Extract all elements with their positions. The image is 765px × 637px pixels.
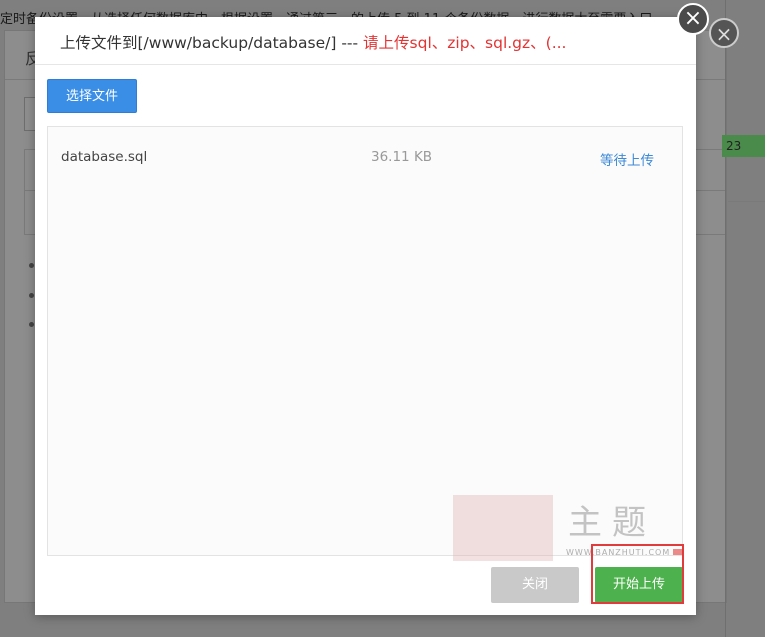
upload-dialog-title: 上传文件到[/www/backup/database/] --- 请上传sql、… <box>60 31 566 53</box>
background-badge-text: 23 <box>726 139 742 153</box>
upload-dialog-header: 上传文件到[/www/backup/database/] --- 请上传sql、… <box>35 17 696 65</box>
file-size: 36.11 KB <box>371 149 433 165</box>
close-button[interactable]: 关闭 <box>491 567 579 603</box>
background-divider <box>725 0 726 637</box>
select-files-button[interactable]: 选择文件 <box>47 79 137 113</box>
screen: 定时备份设置，从选择任何数据库中，根据设置，通过第三，的上传 5 到 11 个备… <box>0 0 765 637</box>
background-close-glyph: × <box>715 22 733 46</box>
upload-path-label: 上传文件到[/www/backup/database/] --- <box>60 34 364 52</box>
start-upload-button[interactable]: 开始上传 <box>595 567 683 603</box>
background-bullet <box>29 293 34 298</box>
background-close-icon[interactable]: × <box>709 18 739 48</box>
file-upload-status: 等待上传 <box>600 153 654 169</box>
close-glyph: × <box>683 6 703 31</box>
upload-file-list: database.sql 36.11 KB 等待上传 <box>47 126 683 556</box>
background-bullet <box>29 322 34 327</box>
background-bullet <box>29 263 34 268</box>
file-name: database.sql <box>61 149 148 165</box>
file-list-item: database.sql 36.11 KB 等待上传 <box>48 145 682 169</box>
background-green-badge: 23 <box>722 135 765 157</box>
close-icon[interactable]: × <box>677 3 709 35</box>
background-side-panel <box>728 150 765 202</box>
upload-dialog: 上传文件到[/www/backup/database/] --- 请上传sql、… <box>35 17 696 615</box>
upload-format-hint: 请上传sql、zip、sql.gz、(... <box>363 34 567 52</box>
